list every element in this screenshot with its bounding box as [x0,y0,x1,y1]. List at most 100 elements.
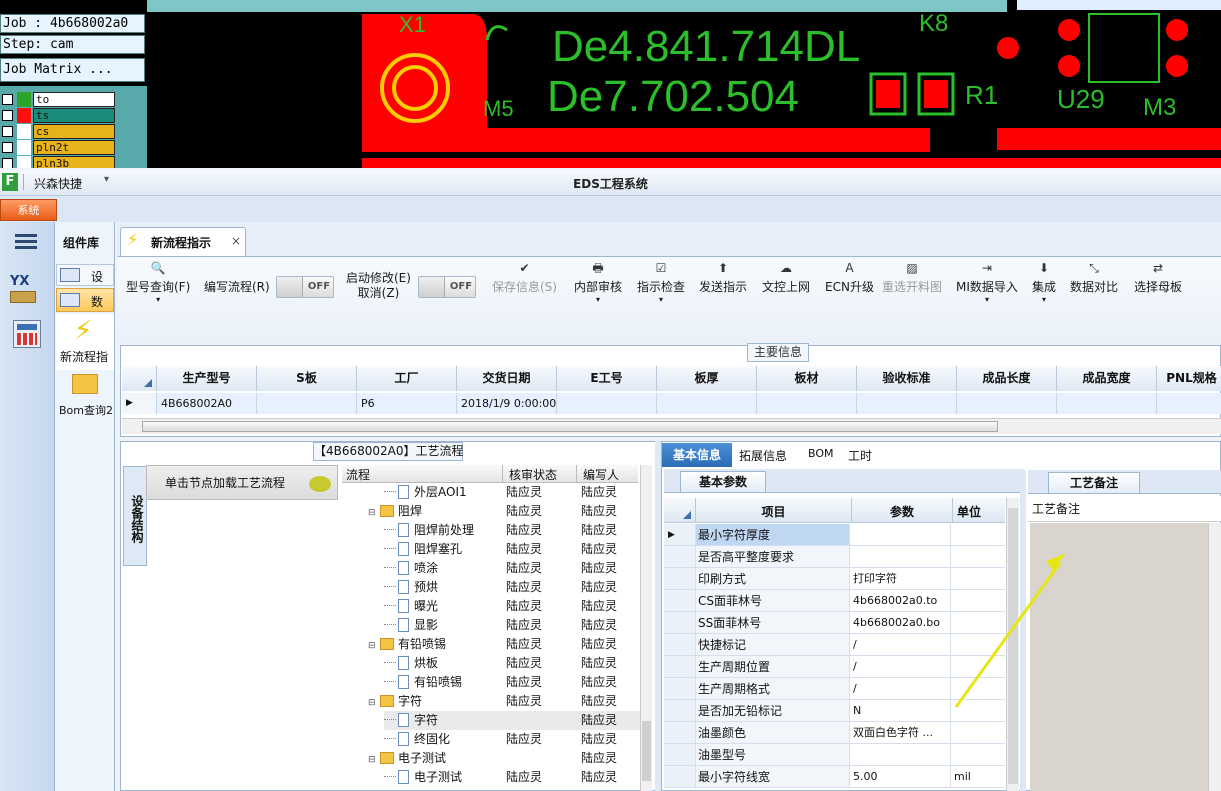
tree-row[interactable]: 电子测试 陆应灵 陆应灵 [384,768,640,787]
upload-online-button[interactable]: ☁ 文控上网 [762,256,810,295]
tab-close-icon[interactable]: × [231,234,241,248]
grid-data-cell[interactable]: 4B668002A0 [157,393,257,414]
grid-header-cell[interactable]: 工厂 [357,366,457,391]
tree-row[interactable]: 预烘 陆应灵 陆应灵 [384,578,640,597]
grid-data-cell[interactable]: P6 [357,393,457,414]
integrate-button[interactable]: ⬇ 集成 ▾ [1032,256,1056,304]
collapse-icon[interactable]: ⊟ [368,637,377,656]
tree-row[interactable]: 阻焊前处理 陆应灵 陆应灵 [384,521,640,540]
horizontal-scrollbar[interactable] [122,418,1221,434]
tree-scrollbar[interactable] [640,465,652,791]
grid-header-cell[interactable]: E工号 [557,366,657,391]
param-value[interactable]: N [851,700,951,721]
layer-checkbox[interactable] [2,158,13,168]
tab-bom[interactable]: BOM [808,447,834,460]
process-notes-tab[interactable]: 工艺备注 [1048,472,1140,494]
tab-extend-info[interactable]: 拓展信息 [739,447,787,464]
grid-header-cell[interactable]: PNL规格 [1157,366,1221,391]
tree-row[interactable]: 喷涂 陆应灵 陆应灵 [384,559,640,578]
write-flow-toggle[interactable]: OFF [276,276,334,298]
yx-factory-icon[interactable]: YX [10,274,44,306]
grid-header-cell[interactable]: S板 [257,366,357,391]
tree-row[interactable]: ⊟ 阻焊 陆应灵 陆应灵 [368,502,640,521]
basic-params-tab[interactable]: 基本参数 [680,471,766,493]
layer-checkbox[interactable] [2,126,13,137]
collapse-icon[interactable]: ⊟ [368,694,377,713]
grid-data-cell[interactable] [757,393,857,414]
layer-checkbox[interactable] [2,110,13,121]
pcb-canvas[interactable]: X1 K8 M5 R1 U29 M3 De4.841.714DL De7.702… [147,0,1221,168]
layer-row[interactable]: ts [2,108,115,123]
vertical-tab-equipment[interactable]: 设备结构 [123,466,147,566]
grid-data-cell[interactable] [657,393,757,414]
param-value[interactable]: 双面白色字符 ... [851,722,951,743]
tree-row[interactable]: 曝光 陆应灵 陆应灵 [384,597,640,616]
param-value[interactable]: 打印字符 [851,568,951,589]
param-value[interactable] [851,524,951,545]
send-instruction-button[interactable]: ⬆ 发送指示 [699,256,747,295]
grid-data-cell[interactable] [1057,393,1157,414]
param-row[interactable]: ▶ 最小字符厚度 [664,524,1005,546]
grid-header-cell[interactable]: 生产型号 [157,366,257,391]
enable-modify-toggle[interactable]: OFF [418,276,476,298]
grid-header-cell[interactable]: 成品宽度 [1057,366,1157,391]
grid-header-cell[interactable]: 验收标准 [857,366,957,391]
param-value[interactable]: 4b668002a0.to [851,590,951,611]
param-value[interactable] [851,744,951,765]
param-row[interactable]: 油墨型号 [664,744,1005,766]
mi-import-button[interactable]: ⇥ MI数据导入 ▾ [956,256,1018,304]
tree-row[interactable]: 有铅喷锡 陆应灵 陆应灵 [384,673,640,692]
collapse-icon[interactable]: ⊟ [368,504,377,523]
grid-data-cell[interactable] [257,393,357,414]
tab-new-process[interactable]: ⚡ 新流程指示 × [120,227,246,257]
param-value[interactable]: / [851,656,951,677]
ecn-upgrade-button[interactable]: A ECN升级 [825,256,874,295]
param-value[interactable]: 4b668002a0.bo [851,612,951,633]
grid-header-cell[interactable]: 成品长度 [957,366,1057,391]
job-matrix-button[interactable]: Job Matrix ... [0,58,145,82]
instruction-check-button[interactable]: ☑ 指示检查 ▾ [637,256,685,304]
param-row[interactable]: 油墨颜色 双面白色字符 ... [664,722,1005,744]
tree-row[interactable]: ⊟ 字符 陆应灵 陆应灵 [368,692,640,711]
param-row[interactable]: 最小字符线宽 5.00 mil [664,766,1005,788]
layer-checkbox[interactable] [2,142,13,153]
tree-row[interactable]: 终固化 陆应灵 陆应灵 [384,730,640,749]
grid-header-cell[interactable]: 板厚 [657,366,757,391]
grid-header-cell[interactable]: 交货日期 [457,366,557,391]
scroll-thumb[interactable] [642,721,651,781]
param-value[interactable]: / [851,678,951,699]
nav-item-settings[interactable]: 设 [56,264,114,286]
grid-data-cell[interactable]: 2018/1/9 0:00:00 [457,393,557,414]
save-info-button[interactable]: ✔ 保存信息(S) [492,256,557,295]
nav-bom-query[interactable]: Bom查询2 [56,372,114,418]
layer-row[interactable]: pln3b [2,156,115,168]
load-process-hint[interactable]: 单击节点加载工艺流程 [146,465,338,500]
data-compare-button[interactable]: ⤡ 数据对比 [1070,256,1118,295]
scroll-thumb[interactable] [142,421,998,432]
collapse-icon[interactable]: ⊟ [368,751,377,770]
grid-data-cell[interactable] [857,393,957,414]
select-master-button[interactable]: ⇄ 选择母板 [1134,256,1182,295]
layer-row[interactable]: pln2t [2,140,115,155]
param-value[interactable]: 5.00 [851,766,951,787]
calculator-icon[interactable] [13,320,41,348]
tab-work-hours[interactable]: 工时 [848,447,872,464]
layer-checkbox[interactable] [2,94,13,105]
tree-row[interactable]: 字符 陆应灵 [384,711,640,730]
system-menu-button[interactable]: 系统 [0,199,57,221]
tree-row[interactable]: 阻焊塞孔 陆应灵 陆应灵 [384,540,640,559]
tree-row[interactable]: 烘板 陆应灵 陆应灵 [384,654,640,673]
internal-review-button[interactable]: 🖶 内部审核 ▾ [574,256,622,304]
grid-header-cell[interactable]: 板材 [757,366,857,391]
nav-new-process[interactable]: ⚡ 新流程指 [56,314,114,370]
tree-row[interactable]: ⊟ 有铅喷锡 陆应灵 陆应灵 [368,635,640,654]
menu-icon[interactable] [15,234,37,237]
layer-row[interactable]: to [2,92,115,107]
tree-row[interactable]: 显影 陆应灵 陆应灵 [384,616,640,635]
model-query-button[interactable]: 🔍 型号查询(F) ▾ [126,256,190,304]
param-value[interactable]: / [851,634,951,655]
notes-scrollbar[interactable] [1208,523,1221,791]
tab-basic-info[interactable]: 基本信息 [662,443,732,467]
grid-data-cell[interactable] [557,393,657,414]
reselect-cutting-button[interactable]: ▨ 重选开料图 [882,256,942,295]
